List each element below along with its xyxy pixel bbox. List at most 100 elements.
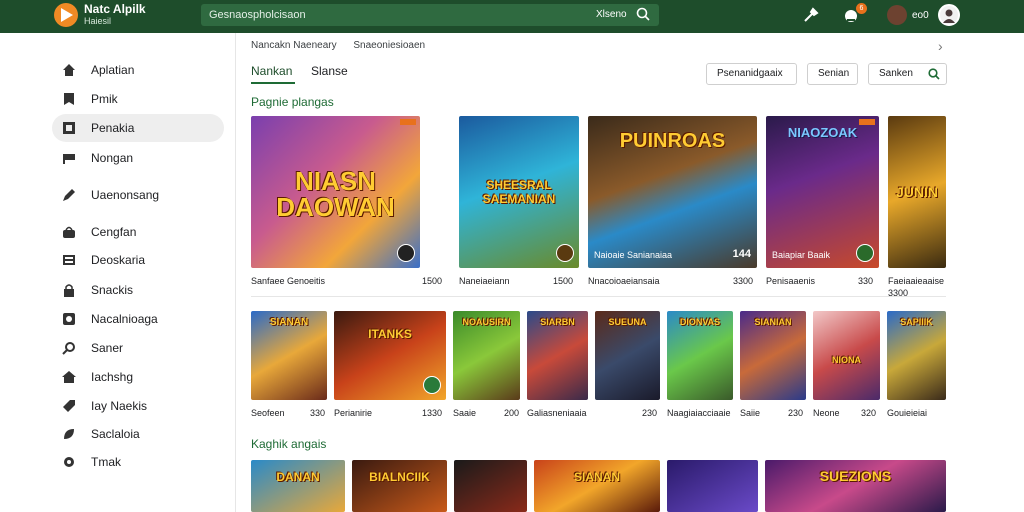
breadcrumb-item[interactable]: Snaeoniesioaen: [353, 40, 425, 51]
refresh-icon[interactable]: [423, 376, 441, 394]
search-bar[interactable]: Gesnaospholcisaon Xlseno: [201, 4, 659, 26]
bag-icon: [63, 226, 75, 238]
game-card[interactable]: SIANIAN: [740, 311, 806, 400]
sidebar-item-1[interactable]: Pmik: [52, 85, 224, 113]
game-card[interactable]: SHEESRAL SAEMANIAN: [459, 116, 579, 268]
tab-0[interactable]: Nankan: [251, 64, 292, 78]
game-cover-title: NIAOZOAK: [787, 125, 858, 140]
app-logo-icon[interactable]: [54, 3, 78, 27]
filter-button-1[interactable]: Senian: [807, 63, 858, 85]
profile-avatar[interactable]: [938, 4, 960, 26]
game-cover-title: SUEZIONS: [819, 468, 892, 484]
coin-icon[interactable]: [556, 244, 574, 262]
search-input[interactable]: Gesnaospholcisaon: [209, 9, 306, 21]
play-icon[interactable]: [397, 244, 415, 262]
game-title[interactable]: Nnacoioaeiansaia: [588, 276, 660, 286]
corner-badge: [400, 119, 416, 125]
game-cover: [667, 460, 758, 512]
game-title[interactable]: Galiasneniaaia: [527, 408, 587, 418]
chevron-right-icon[interactable]: ›: [938, 38, 943, 54]
sidebar-item-label: Nongan: [91, 151, 134, 165]
game-card[interactable]: SUEZIONS: [765, 460, 946, 512]
search-icon[interactable]: [636, 7, 650, 21]
sidebar-item-label: Penakia: [91, 121, 135, 135]
sidebar-item-4[interactable]: Uaenonsang: [52, 181, 224, 209]
edit-icon: [63, 189, 75, 201]
game-title[interactable]: Naagiaiacciaaie: [667, 408, 731, 418]
game-card[interactable]: NIAOZOAK Baiapiar Baaik: [766, 116, 879, 268]
breadcrumb-item[interactable]: Nancakn Naeneary: [251, 40, 337, 51]
app-subtitle: Haiesil: [84, 16, 112, 26]
game-price: 230: [642, 408, 658, 418]
game-title[interactable]: Faeiaaieaaise: [888, 276, 946, 286]
game-cover-badge: 144: [732, 248, 751, 260]
game-card[interactable]: JUNIN: [888, 116, 946, 268]
brand: Natc Alpilk Haiesil: [84, 3, 146, 27]
game-title[interactable]: Gouieieiai: [887, 408, 927, 418]
game-price: 3300: [732, 276, 753, 286]
game-card[interactable]: NIONA: [813, 311, 880, 400]
row-divider: [251, 296, 946, 297]
sidebar-item-0[interactable]: Aplatian: [52, 56, 224, 84]
sidebar-item-10[interactable]: Iachshg: [52, 363, 224, 391]
sidebar-item-label: Uaenonsang: [91, 188, 160, 202]
game-card[interactable]: SIARBN: [527, 311, 588, 400]
game-card[interactable]: BIALNCIIK: [352, 460, 447, 512]
game-title[interactable]: Saaie: [453, 408, 476, 418]
section-title-ranking: Kaghik angais: [251, 437, 327, 451]
game-card[interactable]: [454, 460, 527, 512]
game-price: 1500: [552, 276, 573, 286]
sidebar-item-label: Iachshg: [91, 370, 134, 384]
wrench-icon[interactable]: [802, 6, 820, 24]
game-title[interactable]: Naneiaeiann: [459, 276, 510, 286]
avatar[interactable]: [887, 5, 907, 25]
game-title[interactable]: Seofeen: [251, 408, 285, 418]
sidebar-item-6[interactable]: Deoskaria: [52, 246, 224, 274]
game-title[interactable]: Neone: [813, 408, 840, 418]
play-icon[interactable]: [856, 244, 874, 262]
card-icon: [63, 255, 75, 265]
game-card[interactable]: NIASN DAOWAN: [251, 116, 420, 268]
sidebar-item-5[interactable]: Cengfan: [52, 218, 224, 246]
game-cover: [454, 460, 527, 512]
sidebar-item-7[interactable]: Snackis: [52, 276, 224, 304]
game-card[interactable]: SUEUNA: [595, 311, 660, 400]
sidebar-item-2[interactable]: Penakia: [52, 114, 224, 142]
game-cover: [352, 460, 447, 512]
bookmark-icon: [64, 93, 74, 105]
search-shortcut: Xlseno: [596, 9, 627, 20]
filter-search-button[interactable]: Sanken: [868, 63, 947, 85]
game-cover-title: ITANKS: [368, 327, 412, 341]
game-card[interactable]: SAPIIIK: [887, 311, 946, 400]
game-card[interactable]: DIONVAS: [667, 311, 733, 400]
game-title[interactable]: Perianirie: [334, 408, 372, 418]
game-title[interactable]: Saiie: [740, 408, 760, 418]
game-cover-title: JUNIN: [895, 184, 938, 200]
game-card[interactable]: NOAUSIRN: [453, 311, 520, 400]
sidebar-item-8[interactable]: Nacalnioaga: [52, 305, 224, 333]
game-cover: [534, 460, 660, 512]
game-cover-title: SIANIAN: [754, 317, 792, 327]
sidebar-item-12[interactable]: Saclaloia: [52, 420, 224, 448]
game-cover-title: NIONA: [832, 355, 861, 365]
game-price: 230: [788, 408, 804, 418]
filter-button-0[interactable]: Psenanidgaaix: [706, 63, 797, 85]
game-price: 330: [857, 276, 873, 286]
tab-1[interactable]: Slanse: [311, 64, 348, 78]
game-card[interactable]: ITANKS: [334, 311, 446, 400]
game-card[interactable]: PUINROAS Naioaie Sanianaiaa 144: [588, 116, 757, 268]
game-cover-title: SUEUNA: [608, 317, 647, 327]
game-card[interactable]: [667, 460, 758, 512]
game-card[interactable]: DANAN: [251, 460, 345, 512]
game-card[interactable]: SIANAN: [251, 311, 327, 400]
game-title[interactable]: Penisaaenis: [766, 276, 815, 286]
sidebar-item-13[interactable]: Tmak: [52, 448, 224, 476]
game-title[interactable]: Sanfaee Genoeitis: [251, 276, 325, 286]
sidebar-item-11[interactable]: Iay Naekis: [52, 392, 224, 420]
game-card[interactable]: SIANAN: [534, 460, 660, 512]
sidebar-item-9[interactable]: Saner: [52, 334, 224, 362]
sidebar-item-3[interactable]: Nongan: [52, 144, 224, 172]
corner-badge: [859, 119, 875, 125]
avatar-label: eo0: [912, 10, 929, 21]
flag-icon: [63, 154, 75, 164]
